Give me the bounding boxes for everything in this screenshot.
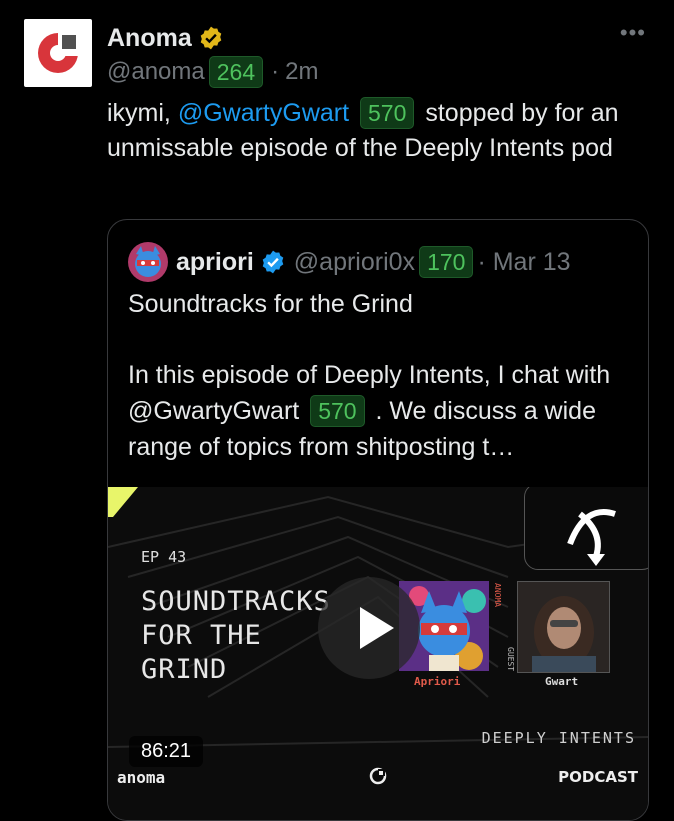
episode-title-line: GRIND [141, 654, 228, 685]
guest-photo-icon [518, 582, 609, 672]
quote-date[interactable]: Mar 13 [493, 248, 571, 277]
quote-body: In this episode of Deeply Intents, I cha… [128, 357, 628, 465]
guest-portrait [517, 581, 610, 673]
video-card[interactable]: DEEPLY INTENTS EP 43 SOUNDTRACKS FOR THE… [108, 487, 648, 820]
mention-score-badge: 570 [360, 97, 415, 129]
quote-header: apriori @apriori0x 170 · Mar 13 [128, 242, 571, 282]
quote-handle-score-badge: 170 [419, 246, 474, 278]
host-name: Apriori [414, 675, 461, 688]
quote-body-before: In this episode of Deeply Intents, I cha… [128, 361, 611, 389]
episode-title: SOUNDTRACKS FOR THE GRIND [141, 585, 331, 687]
channel-logo-box [524, 487, 648, 570]
quote-author-name[interactable]: apriori [176, 248, 254, 277]
episode-title-line: FOR THE [141, 620, 262, 651]
guest-vertical-label: GUEST [506, 647, 515, 672]
play-icon [360, 607, 394, 649]
host-vertical-label: ANOMA [493, 583, 502, 608]
play-button[interactable] [318, 577, 420, 679]
tweet-text-before: ikymi, [107, 99, 178, 127]
curved-arrow-logo-icon [567, 509, 616, 566]
author-meta: @anoma 264 · 2m [107, 56, 318, 88]
gold-verified-badge-icon [200, 26, 222, 50]
handle-score-badge: 264 [208, 56, 264, 88]
author-name[interactable]: Anoma [107, 24, 192, 53]
separator-dot: · [477, 247, 493, 276]
more-options-icon[interactable]: ••• [620, 20, 646, 46]
quote-author-avatar[interactable] [128, 242, 168, 282]
quote-mention-score-badge: 570 [310, 395, 365, 427]
video-duration: 86:21 [129, 736, 204, 767]
footer-podcast-label: PODCAST [558, 768, 638, 786]
author-header: Anoma [107, 20, 224, 56]
anoma-mark-icon [369, 767, 387, 785]
episode-title-line: SOUNDTRACKS [141, 586, 331, 617]
author-handle[interactable]: @anoma [107, 58, 205, 86]
quote-body-mention[interactable]: @GwartyGwart [128, 397, 299, 425]
author-avatar[interactable] [24, 19, 92, 87]
guest-name: Gwart [545, 675, 579, 688]
post-time[interactable]: 2m [285, 58, 318, 86]
blue-verified-badge-icon [262, 250, 284, 274]
cat-avatar-icon [128, 242, 168, 282]
tweet-text: ikymi, @GwartyGwart 570 stopped by for a… [107, 96, 652, 166]
anoma-logo-icon [38, 33, 78, 73]
quote-title: Soundtracks for the Grind [128, 290, 413, 318]
quoted-tweet[interactable]: apriori @apriori0x 170 · Mar 13 Soundtra… [107, 219, 649, 821]
podcast-brand: DEEPLY INTENTS [481, 729, 636, 747]
episode-number: EP 43 [141, 548, 187, 566]
tweet-mention[interactable]: @GwartyGwart [178, 99, 349, 127]
quote-author-handle[interactable]: @apriori0x [294, 248, 415, 277]
footer-anoma-wordmark: anoma [117, 768, 166, 787]
separator-dot: · [271, 58, 280, 85]
